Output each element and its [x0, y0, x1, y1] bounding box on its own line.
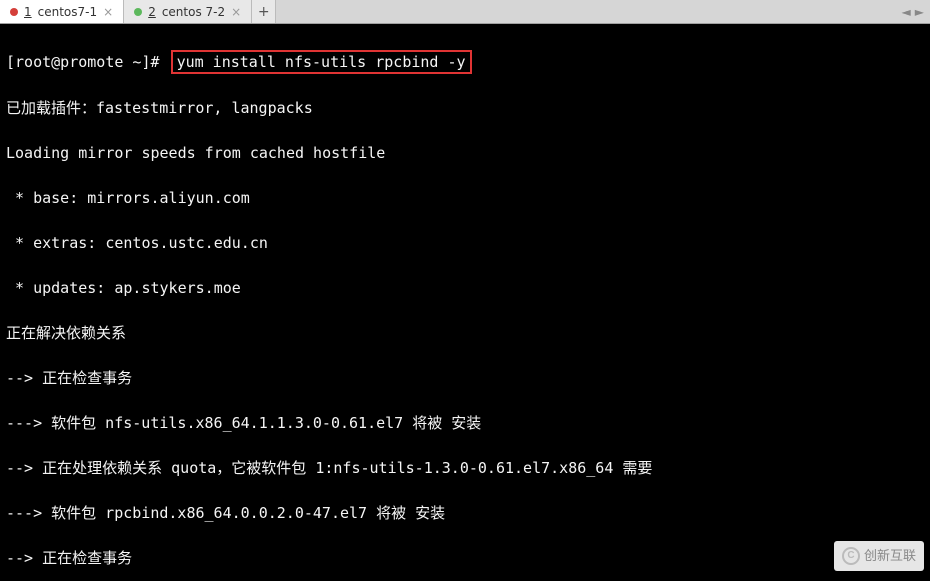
tab-label: centos7-1 [38, 5, 97, 19]
watermark-text: 创新互联 [864, 545, 916, 568]
tab-number: 1 [24, 5, 32, 19]
close-icon[interactable]: × [103, 5, 113, 19]
output-line: --> 正在检查事务 [6, 367, 924, 390]
tab-centos7-2[interactable]: 2 centos 7-2 × [124, 0, 252, 23]
output-line: --> 正在检查事务 [6, 547, 924, 570]
shell-prompt: [root@promote ~]# [6, 51, 169, 74]
tab-number: 2 [148, 5, 156, 19]
output-line: ---> 软件包 rpcbind.x86_64.0.0.2.0-47.el7 将… [6, 502, 924, 525]
output-line: 正在解决依赖关系 [6, 322, 924, 345]
output-line: * updates: ap.stykers.moe [6, 277, 924, 300]
close-icon[interactable]: × [231, 5, 241, 19]
watermark: C 创新互联 [834, 541, 924, 572]
tab-nav: ◄ ► [896, 0, 930, 23]
status-dot-icon [10, 8, 18, 16]
output-line: Loading mirror speeds from cached hostfi… [6, 142, 924, 165]
terminal-output[interactable]: [root@promote ~]# yum install nfs-utils … [0, 24, 930, 581]
output-line: * extras: centos.ustc.edu.cn [6, 232, 924, 255]
output-line: 已加载插件：fastestmirror, langpacks [6, 97, 924, 120]
tab-label: centos 7-2 [162, 5, 225, 19]
tab-centos7-1[interactable]: 1 centos7-1 × [0, 0, 124, 23]
output-line: * base: mirrors.aliyun.com [6, 187, 924, 210]
highlighted-command: yum install nfs-utils rpcbind -y [171, 50, 472, 74]
watermark-logo-icon: C [842, 547, 860, 565]
output-line: ---> 软件包 nfs-utils.x86_64.1.1.3.0-0.61.e… [6, 412, 924, 435]
new-tab-button[interactable]: + [252, 0, 276, 23]
prev-tab-icon[interactable]: ◄ [902, 5, 911, 19]
output-line: --> 正在处理依赖关系 quota，它被软件包 1:nfs-utils-1.3… [6, 457, 924, 480]
tab-bar: 1 centos7-1 × 2 centos 7-2 × + ◄ ► [0, 0, 930, 24]
status-dot-icon [134, 8, 142, 16]
next-tab-icon[interactable]: ► [915, 5, 924, 19]
